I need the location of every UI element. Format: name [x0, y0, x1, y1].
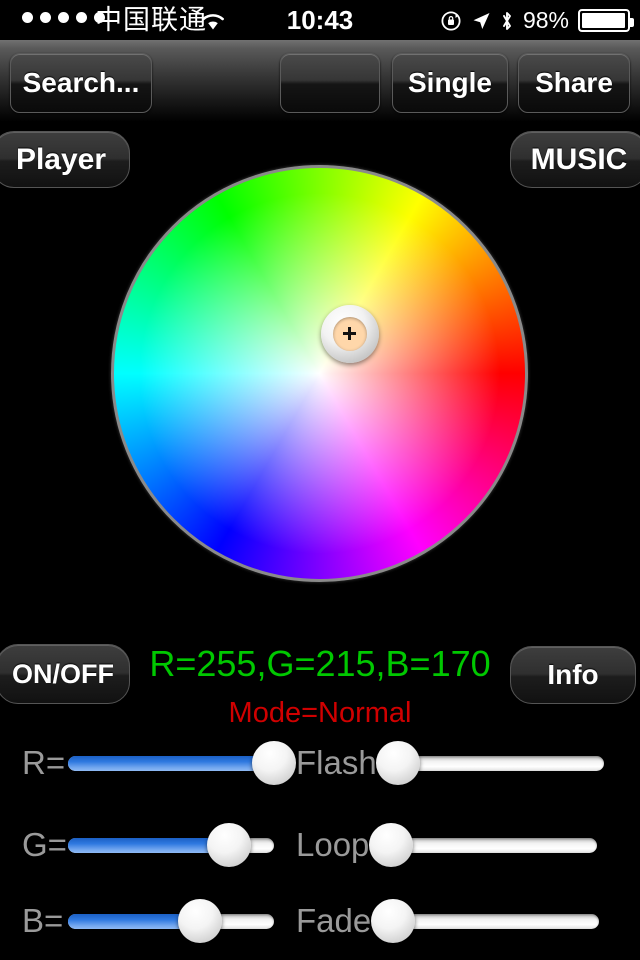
status-bar-right-group: 98% [440, 7, 634, 33]
battery-fill [582, 13, 626, 28]
color-wheel-handle[interactable] [320, 304, 379, 363]
rgb-value-readout: R=255,G=215,B=170 [149, 643, 491, 684]
slider-track-fade[interactable] [370, 899, 599, 943]
color-wheel-handle-swatch [332, 316, 367, 351]
color-wheel-disc[interactable] [111, 165, 528, 582]
slider-fill-red [68, 755, 274, 771]
slider-label-green: G= [22, 826, 67, 863]
app-root: 中国联通 10:43 98% Search... Single Share Pl… [0, 0, 640, 960]
search-button[interactable]: Search... [10, 53, 152, 113]
single-button[interactable]: Single [392, 53, 508, 113]
slider-track-green[interactable] [68, 823, 274, 867]
slider-track-loop[interactable] [368, 823, 597, 867]
slider-row-blue: B= [22, 899, 274, 943]
slider-row-red: R= [22, 741, 296, 785]
slider-track-red[interactable] [68, 741, 296, 785]
info-button[interactable]: Info [510, 646, 636, 704]
battery-icon [578, 9, 634, 32]
bluetooth-icon [503, 11, 511, 30]
slider-thumb-red[interactable] [252, 741, 296, 785]
slider-thumb-loop[interactable] [368, 823, 413, 867]
slider-label-blue: B= [22, 902, 64, 939]
slider-label-red: R= [22, 744, 66, 781]
share-button[interactable]: Share [518, 53, 630, 113]
slider-row-loop: Loop= [296, 823, 597, 867]
location-arrow-icon [473, 12, 490, 29]
slider-row-green: G= [22, 823, 274, 867]
crosshair-icon [343, 327, 357, 341]
slider-track-flash[interactable] [375, 741, 604, 785]
slider-fill-green [68, 837, 229, 853]
rotation-lock-icon [441, 10, 461, 31]
status-bar: 中国联通 10:43 98% [0, 0, 640, 40]
slider-thumb-blue[interactable] [177, 899, 222, 943]
blank-button[interactable] [280, 53, 380, 113]
music-button[interactable]: MUSIC [510, 131, 640, 188]
slider-thumb-green[interactable] [206, 823, 251, 867]
battery-percent-label: 98% [522, 7, 569, 33]
slider-track-blue[interactable] [68, 899, 274, 943]
slider-thumb-flash[interactable] [375, 741, 420, 785]
on-off-button[interactable]: ON/OFF [0, 644, 130, 704]
slider-row-flash: Flash= [296, 741, 604, 785]
mode-readout: Mode=Normal [228, 697, 412, 729]
slider-thumb-fade[interactable] [370, 899, 415, 943]
color-wheel[interactable] [111, 165, 528, 582]
slider-row-fade: Fade= [296, 899, 599, 943]
